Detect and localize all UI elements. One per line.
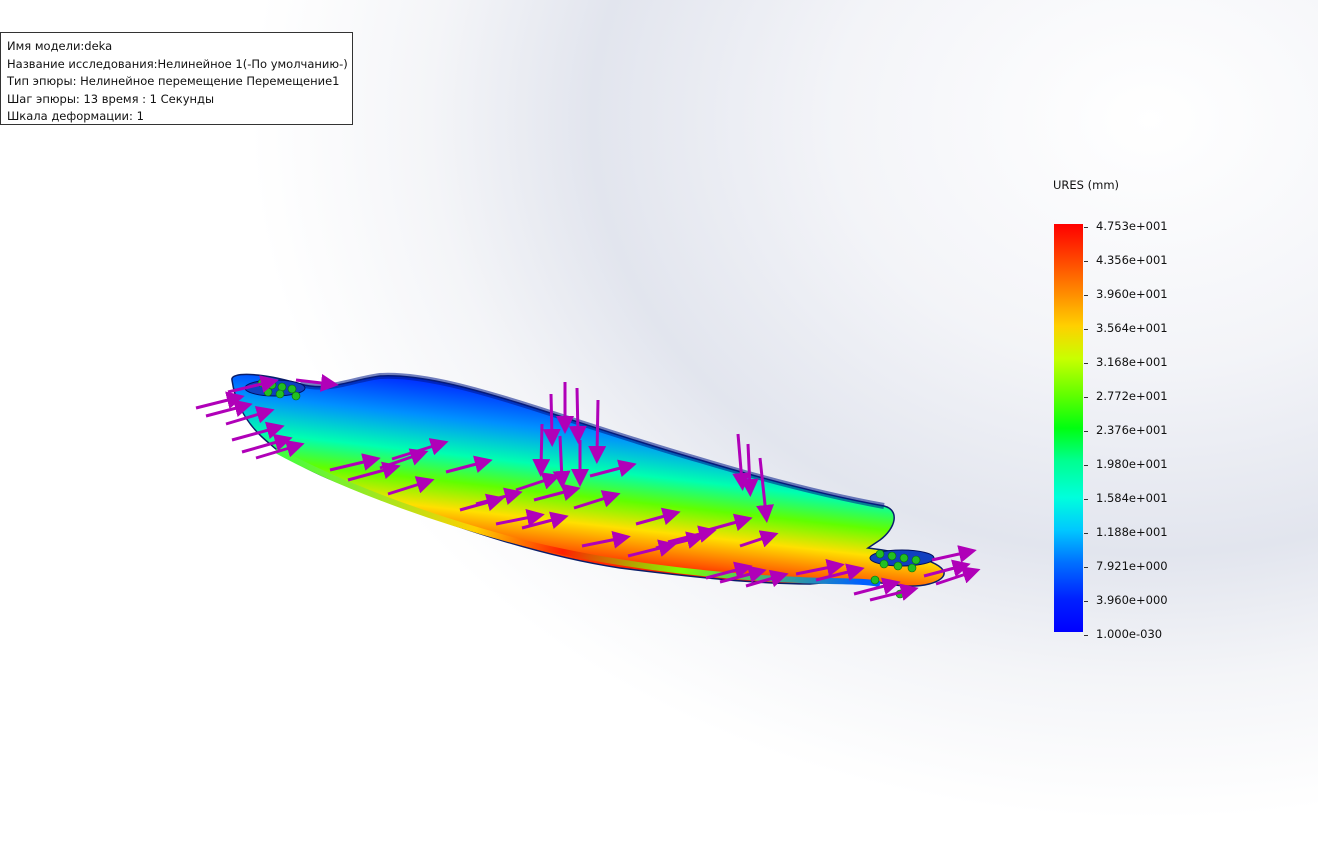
legend-tick bbox=[1084, 465, 1088, 466]
legend-value-label: 3.564e+001 bbox=[1096, 321, 1168, 335]
legend-tick bbox=[1084, 261, 1088, 262]
legend-value-label: 3.960e+001 bbox=[1096, 287, 1168, 301]
legend-tick bbox=[1084, 601, 1088, 602]
legend-tick bbox=[1084, 363, 1088, 364]
legend-value-label: 3.168e+001 bbox=[1096, 355, 1168, 369]
legend-value-label: 2.376e+001 bbox=[1096, 423, 1168, 437]
legend-tick bbox=[1084, 635, 1088, 636]
legend-tick bbox=[1084, 227, 1088, 228]
legend-value-label: 7.921e+000 bbox=[1096, 559, 1168, 573]
legend-value-label: 4.753e+001 bbox=[1096, 219, 1168, 233]
legend-title: URES (mm) bbox=[1053, 178, 1120, 192]
legend-tick bbox=[1084, 499, 1088, 500]
legend-tick bbox=[1084, 295, 1088, 296]
legend-value-label: 1.188e+001 bbox=[1096, 525, 1168, 539]
legend-tick bbox=[1084, 329, 1088, 330]
legend-tick bbox=[1084, 397, 1088, 398]
legend-value-label: 3.960e+000 bbox=[1096, 593, 1168, 607]
skateboard-deck-model bbox=[231, 372, 945, 587]
legend-tick bbox=[1084, 567, 1088, 568]
legend-value-label: 1.980e+001 bbox=[1096, 457, 1168, 471]
legend-tick bbox=[1084, 533, 1088, 534]
legend-color-bar bbox=[1054, 224, 1083, 632]
legend-value-label: 2.772e+001 bbox=[1096, 389, 1168, 403]
legend-value-label: 4.356e+001 bbox=[1096, 253, 1168, 267]
legend-value-label: 1.000e-030 bbox=[1096, 627, 1163, 641]
legend-value-label: 1.584e+001 bbox=[1096, 491, 1168, 505]
legend-tick bbox=[1084, 431, 1088, 432]
